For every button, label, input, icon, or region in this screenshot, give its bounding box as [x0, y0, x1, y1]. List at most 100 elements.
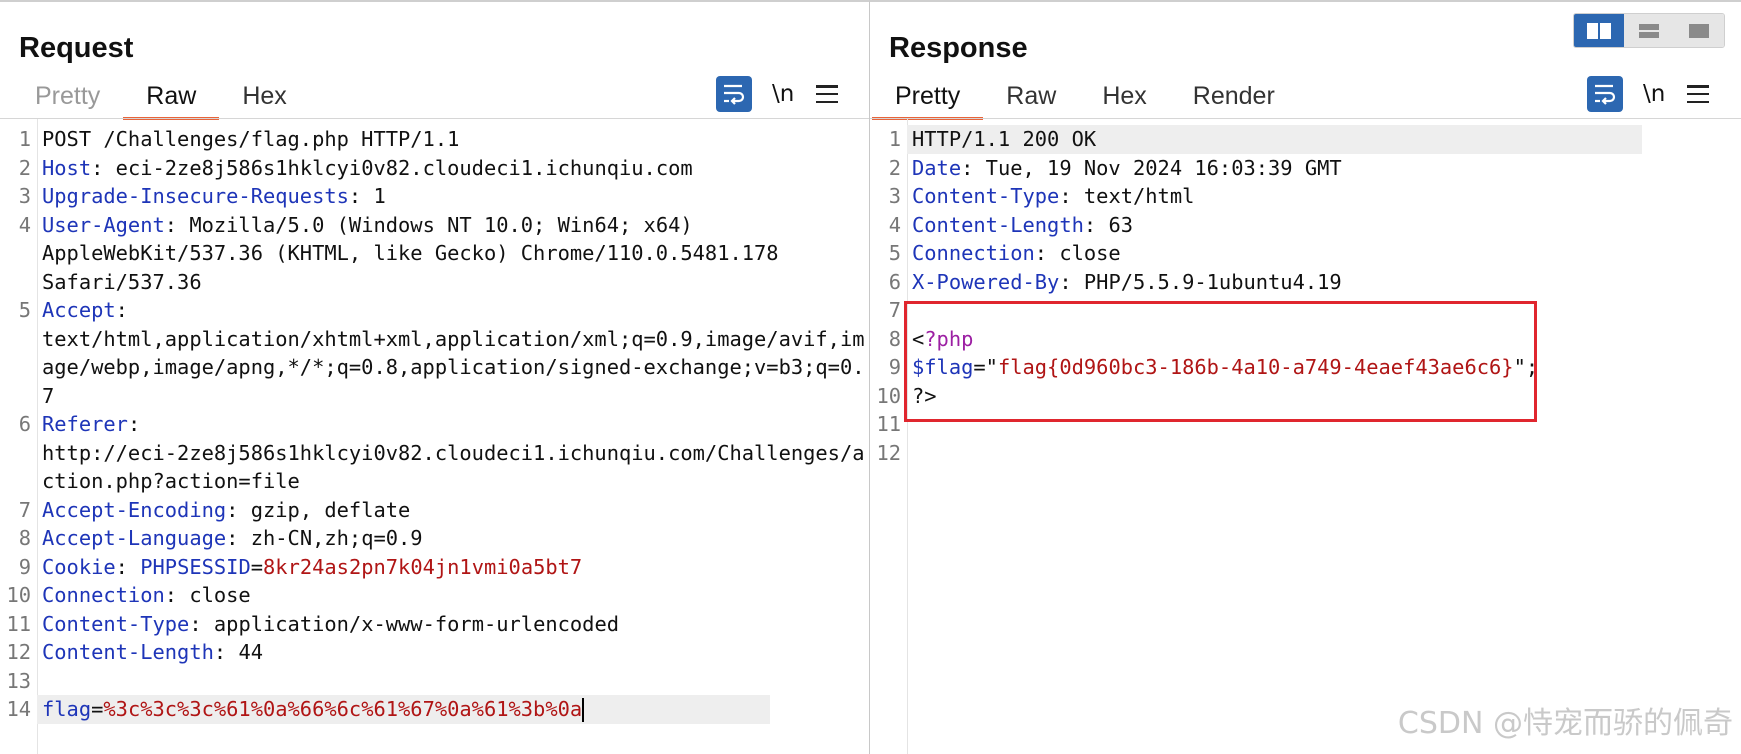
- line-code: Connection: close: [37, 581, 251, 610]
- header-separator: :: [961, 155, 986, 180]
- request-line-13: ction.php?action=file: [0, 467, 869, 496]
- line-number: 14: [6, 697, 31, 721]
- header-separator: :: [1034, 241, 1060, 265]
- header-separator: :: [189, 611, 214, 636]
- header-name: X-Powered-By: [912, 269, 1060, 294]
- line-code: Accept-Encoding: gzip, deflate: [37, 496, 410, 525]
- line-code: Cookie: PHPSESSID=8kr24as2pn7k04jn1vmi0a…: [37, 553, 582, 582]
- request-wrap-lines-button[interactable]: [716, 76, 752, 112]
- response-menu-icon[interactable]: [1687, 85, 1710, 103]
- line-number: 11: [876, 412, 901, 436]
- split-vertical-button[interactable]: [1574, 14, 1624, 47]
- line-value: 44: [238, 640, 263, 664]
- response-show-newlines-button[interactable]: \n: [1643, 81, 1665, 107]
- line-number: 2: [888, 155, 901, 180]
- response-wrap-lines-button[interactable]: [1587, 76, 1623, 112]
- line-number: [0, 439, 37, 468]
- request-line-21: 14 flag=%3c%3c%3c%61%0a%66%6c%61%67%0a%61…: [0, 695, 869, 724]
- header-name: Accept-Encoding: [42, 497, 227, 522]
- request-line-2: 2 Host: eci-2ze8j586s1hklcyi0v82.cloudeci…: [0, 154, 869, 183]
- line-code: Connection: close: [907, 239, 1121, 268]
- response-tab-render[interactable]: Render: [1170, 79, 1298, 120]
- request-menu-icon[interactable]: [816, 85, 839, 103]
- line-code: Referer:: [37, 410, 140, 439]
- response-tab-pretty[interactable]: Pretty: [872, 79, 984, 120]
- line-number: 11: [6, 611, 31, 636]
- single-pane-button[interactable]: [1674, 14, 1724, 47]
- line-value: HTTP/1.1 200 OK: [912, 127, 1097, 151]
- header-separator: :: [226, 526, 251, 550]
- line-number: 13: [6, 668, 31, 693]
- response-tabs: Pretty Raw Hex Render: [872, 79, 1298, 120]
- line-number: 1: [18, 127, 31, 151]
- split-horizontal-button[interactable]: [1624, 14, 1674, 47]
- header-name: Content-Length: [912, 212, 1084, 237]
- header-separator: :: [1083, 212, 1109, 237]
- line-value: AppleWebKit/537.36 (KHTML, like Gecko) C…: [42, 241, 779, 265]
- request-tab-pretty[interactable]: Pretty: [12, 79, 123, 120]
- header-separator: :: [115, 554, 141, 579]
- request-tab-raw[interactable]: Raw: [123, 79, 220, 120]
- request-line-11: 6 Referer:: [0, 410, 869, 439]
- response-tab-hex[interactable]: Hex: [1079, 79, 1169, 120]
- line-number: 9: [18, 554, 31, 579]
- line-number: 10: [876, 383, 901, 408]
- response-tab-raw[interactable]: Raw: [983, 79, 1079, 120]
- request-line-16: 9 Cookie: PHPSESSID=8kr24as2pn7k04jn1vmi0…: [0, 553, 869, 582]
- request-lines: 1 POST /Challenges/flag.php HTTP/1.1 2 Host…: [0, 125, 869, 724]
- split-vertical-icon: [1587, 22, 1611, 39]
- line-number: 7: [888, 298, 901, 322]
- header-separator: :: [115, 298, 128, 322]
- request-tab-hex[interactable]: Hex: [219, 79, 309, 120]
- line-number: 12: [876, 440, 901, 465]
- line-code: Upgrade-Insecure-Requests: 1: [37, 182, 386, 211]
- request-title: Request: [19, 32, 134, 64]
- header-separator: :: [91, 155, 116, 180]
- line-number: 7: [18, 497, 31, 522]
- line-number: 1: [888, 127, 901, 151]
- split-horizontal-icon: [1639, 23, 1659, 38]
- header-separator: :: [164, 212, 190, 237]
- request-line-5: AppleWebKit/537.36 (KHTML, like Gecko) C…: [0, 239, 869, 268]
- header-separator: :: [1059, 184, 1084, 208]
- line-code: age/webp,image/apng,*/*;q=0.8,applicatio…: [37, 353, 865, 382]
- response-toolbar: \n: [1587, 76, 1710, 112]
- header-name: Connection: [912, 241, 1035, 265]
- wrap-lines-icon: [724, 84, 745, 105]
- line-code: Accept:: [37, 296, 128, 325]
- request-line-19: 12 Content-Length: 44: [0, 638, 869, 667]
- response-line-1: 1 HTTP/1.1 200 OK: [870, 125, 1741, 154]
- request-line-15: 8 Accept-Language: zh-CN,zh;q=0.9: [0, 524, 869, 553]
- request-editor[interactable]: 1 POST /Challenges/flag.php HTTP/1.1 2 Host…: [0, 119, 869, 754]
- request-toolbar: \n: [716, 76, 839, 112]
- line-number: 6: [18, 412, 31, 436]
- wrap-lines-icon: [1595, 84, 1616, 105]
- line-number: 12: [6, 640, 31, 664]
- header-separator: :: [164, 583, 190, 607]
- request-pane: Request Pretty Raw Hex \n 1 POST /Challen…: [0, 0, 870, 754]
- header-name: Content-Type: [42, 611, 190, 636]
- request-show-newlines-button[interactable]: \n: [772, 81, 794, 107]
- header-separator: :: [348, 184, 374, 208]
- response-line-5: 5 Connection: close: [870, 239, 1741, 268]
- request-tabs: Pretty Raw Hex: [12, 79, 310, 120]
- line-number: 8: [18, 526, 31, 550]
- line-value: gzip, deflate: [250, 497, 411, 522]
- response-editor[interactable]: 1 HTTP/1.1 200 OK 2 Date: Tue, 19 Nov 2024 …: [870, 119, 1741, 754]
- line-number: 9: [888, 355, 901, 379]
- line-value: eci-2ze8j586s1hklcyi0v82.cloudeci1.ichun…: [115, 155, 693, 180]
- line-value: 1: [373, 184, 386, 208]
- line-number: 3: [18, 184, 31, 208]
- header-name: Content-Type: [912, 184, 1060, 208]
- flag-highlight-box: [904, 301, 1537, 422]
- line-number: 3: [888, 184, 901, 208]
- header-name: Accept-Language: [42, 526, 227, 550]
- response-line-4: 4 Content-Length: 63: [870, 211, 1741, 240]
- line-number: [0, 382, 37, 411]
- line-code: Safari/537.36: [37, 268, 202, 297]
- cookie-value: 8kr24as2pn7k04jn1vmi0a5bt7: [263, 554, 583, 579]
- request-line-1: 1 POST /Challenges/flag.php HTTP/1.1: [0, 125, 869, 154]
- header-name: Date: [912, 155, 962, 180]
- line-value: application/x-www-form-urlencoded: [213, 611, 620, 636]
